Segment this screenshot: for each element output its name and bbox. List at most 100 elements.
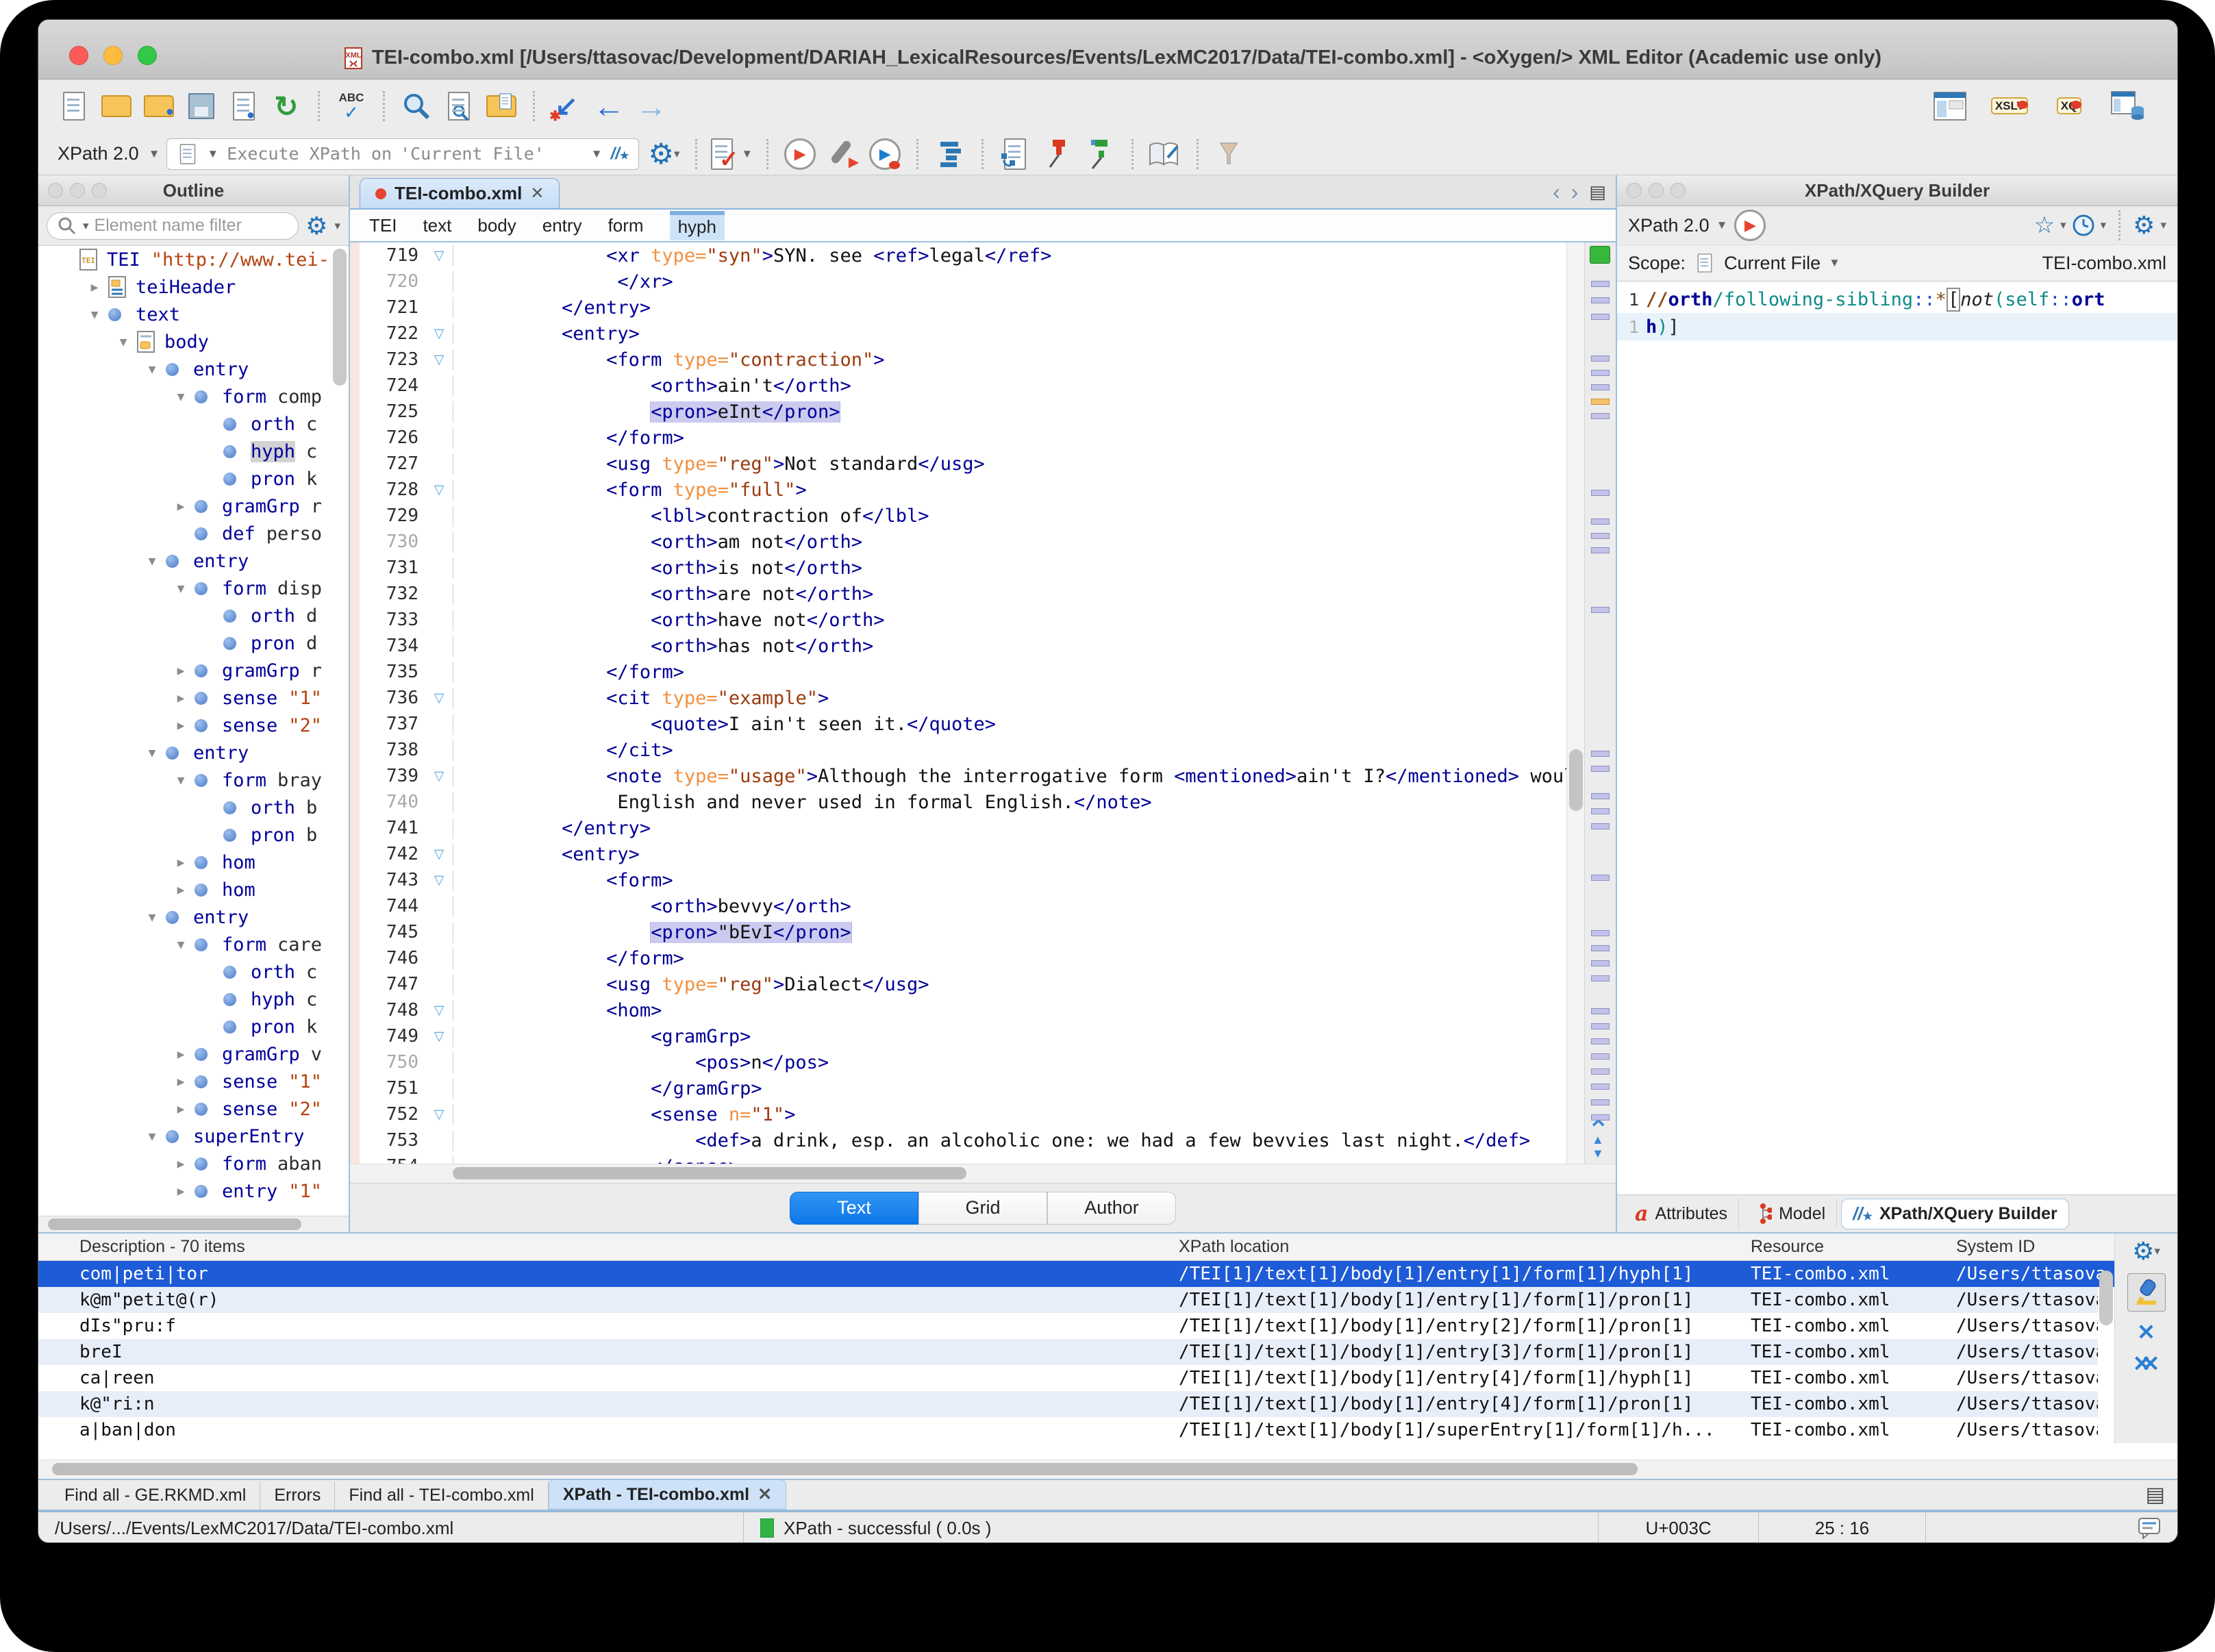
tab-attributes[interactable]: aAttributes xyxy=(1624,1198,1739,1230)
outline-tree-row[interactable]: ▼entry xyxy=(38,547,349,575)
fold-toggle-icon[interactable]: ▽ xyxy=(425,847,453,862)
fold-toggle-icon[interactable]: ▽ xyxy=(425,768,453,784)
result-marker-tick[interactable] xyxy=(1591,751,1610,757)
mode-button-author[interactable]: Author xyxy=(1047,1192,1176,1225)
outline-settings-gear-icon[interactable]: ⚙ xyxy=(305,214,327,238)
code-line[interactable]: 736▽ <cit type="example"> xyxy=(360,685,1566,711)
outline-tree-row[interactable]: ▼entry xyxy=(38,903,349,931)
code-lines[interactable]: 719▽ <xr type="syn">SYN. see <ref>legal<… xyxy=(360,242,1566,1164)
code-line[interactable]: 743▽ <form> xyxy=(360,867,1566,893)
fold-toggle-icon[interactable]: ▽ xyxy=(425,1003,453,1018)
code-line[interactable]: 720 </xr> xyxy=(360,268,1566,295)
notification-bubble-icon[interactable] xyxy=(2138,1517,2161,1539)
breadcrumb-item-text[interactable]: text xyxy=(423,215,451,236)
outline-tree-row[interactable]: ▼formcomp xyxy=(38,383,349,410)
outline-vertical-scrollbar[interactable] xyxy=(333,249,347,386)
outline-tree-row[interactable]: ▶sense"2" xyxy=(38,1095,349,1123)
clear-highlights-icon[interactable]: ✕ xyxy=(1590,1110,1606,1132)
outline-tree-row[interactable]: ▶hom xyxy=(38,849,349,876)
result-marker-tick[interactable] xyxy=(1591,975,1610,981)
editor-horizontal-scrollbar[interactable] xyxy=(350,1164,1616,1183)
back-icon[interactable]: ← xyxy=(591,87,627,125)
chevron-down-icon[interactable]: ▾ xyxy=(2160,218,2166,232)
editor-list-icon[interactable]: ▤ xyxy=(1589,183,1606,201)
result-marker-tick[interactable] xyxy=(1591,1023,1610,1029)
outline-tree-row[interactable]: hyphc xyxy=(38,438,349,465)
pin-red-icon[interactable] xyxy=(1040,135,1075,173)
result-marker-tick[interactable] xyxy=(1591,1068,1610,1075)
bottom-tab-errors[interactable]: Errors xyxy=(260,1481,335,1510)
code-line[interactable]: 739▽ <note type="usage">Although the int… xyxy=(360,763,1566,789)
outline-tree-row[interactable]: orthc xyxy=(38,410,349,438)
validate-document-icon[interactable]: ✓▼ xyxy=(711,135,753,173)
open-folder-icon[interactable] xyxy=(99,87,134,125)
fold-toggle-icon[interactable]: ▽ xyxy=(425,873,453,888)
table-row[interactable]: k@m"petit@(r)/TEI[1]/text[1]/body[1]/ent… xyxy=(38,1287,2098,1313)
find-replace-icon[interactable] xyxy=(441,87,477,125)
code-line[interactable]: 738 </cit> xyxy=(360,737,1566,763)
scope-value[interactable]: Current File xyxy=(1724,253,1820,274)
code-line[interactable]: 730 <orth>am not</orth> xyxy=(360,529,1566,555)
configure-transformation-icon[interactable]: ▶ xyxy=(825,135,860,173)
result-marker-tick[interactable] xyxy=(1591,808,1610,814)
outline-tree-row[interactable]: pronb xyxy=(38,821,349,849)
disabled-pin-icon[interactable] xyxy=(1212,135,1248,173)
open-documentation-icon[interactable] xyxy=(1147,135,1183,173)
xpath-version-label[interactable]: XPath 2.0 xyxy=(58,143,139,164)
expand-arrow-icon[interactable]: ▶ xyxy=(167,718,195,733)
zoom-window-button[interactable] xyxy=(138,46,157,65)
outline-tree-row[interactable]: ▶gramGrpr xyxy=(38,492,349,520)
save-icon[interactable] xyxy=(184,87,219,125)
outline-horizontal-scrollbar[interactable] xyxy=(38,1216,349,1232)
code-line[interactable]: 753 <def>a drink, esp. an alcoholic one:… xyxy=(360,1127,1566,1153)
collapse-arrow-icon[interactable]: ▼ xyxy=(167,581,195,596)
outline-tree-row[interactable]: ▶sense"1" xyxy=(38,684,349,712)
result-marker-tick[interactable] xyxy=(1591,413,1610,419)
collapse-arrow-icon[interactable]: ▼ xyxy=(167,390,195,404)
code-line[interactable]: 721 </entry> xyxy=(360,295,1566,321)
breadcrumb-item-form[interactable]: form xyxy=(608,215,644,236)
expand-arrow-icon[interactable]: ▶ xyxy=(167,691,195,705)
xpath-combo[interactable]: ▼ Execute XPath on 'Current File' ▼ //★ xyxy=(166,138,639,170)
code-line[interactable]: 725 <pron>eInt</pron> xyxy=(360,399,1566,425)
outline-tree-row[interactable]: ▼formdisp xyxy=(38,575,349,602)
xpath-settings-gear-icon[interactable]: ⚙ xyxy=(2133,213,2155,238)
outline-panel-header[interactable]: Outline xyxy=(38,175,349,206)
expand-arrow-icon[interactable]: ▶ xyxy=(167,664,195,678)
minimize-window-button[interactable] xyxy=(103,46,123,65)
results-vertical-scrollbar[interactable] xyxy=(2099,1271,2113,1325)
result-marker-tick[interactable] xyxy=(1591,314,1610,320)
outline-tree-row[interactable]: ▼superEntry xyxy=(38,1123,349,1150)
result-marker-tick[interactable] xyxy=(1591,945,1610,951)
fold-toggle-icon[interactable]: ▽ xyxy=(425,1107,453,1123)
tab-model[interactable]: Model xyxy=(1743,1199,1837,1228)
results-horizontal-scrollbar[interactable] xyxy=(38,1460,2177,1479)
result-marker-tick[interactable] xyxy=(1591,533,1610,539)
code-line[interactable]: 748▽ <hom> xyxy=(360,997,1566,1023)
result-marker-tick[interactable] xyxy=(1591,281,1610,287)
outline-tree-row[interactable]: orthd xyxy=(38,602,349,629)
outline-tree-row[interactable]: defperso xyxy=(38,520,349,547)
fold-toggle-icon[interactable]: ▽ xyxy=(425,1029,453,1044)
code-line[interactable]: 723▽ <form type="contraction"> xyxy=(360,347,1566,373)
chevron-down-icon[interactable]: ▼ xyxy=(1716,218,1728,232)
chevron-down-icon[interactable]: ▾ xyxy=(2154,1244,2160,1258)
table-row[interactable]: breI/TEI[1]/text[1]/body[1]/entry[3]/for… xyxy=(38,1339,2098,1365)
outline-tree-row[interactable]: ▼formcare xyxy=(38,931,349,958)
outline-tree-row[interactable]: pronk xyxy=(38,1013,349,1040)
collapse-arrow-icon[interactable]: ▼ xyxy=(81,308,108,322)
code-line[interactable]: 732 <orth>are not</orth> xyxy=(360,581,1566,607)
result-marker-tick[interactable] xyxy=(1591,384,1610,390)
close-results-icon[interactable]: ✕ xyxy=(2137,1321,2155,1343)
table-row[interactable]: com|peti|tor/TEI[1]/text[1]/body[1]/entr… xyxy=(38,1261,2129,1287)
outline-tree-row[interactable]: ▶teiHeader xyxy=(38,273,349,301)
xpath-expression-line[interactable]: 1h)] xyxy=(1617,313,2177,340)
table-row[interactable]: k@"ri:n/TEI[1]/text[1]/body[1]/entry[4]/… xyxy=(38,1391,2098,1417)
expand-arrow-icon[interactable]: ▶ xyxy=(167,1047,195,1062)
tab-xpath-xquery-builder[interactable]: //★XPath/XQuery Builder xyxy=(1841,1199,2069,1229)
mode-button-text[interactable]: Text xyxy=(790,1192,918,1225)
bottom-tab-find-all-ge-rkmd-xml[interactable]: Find all - GE.RKMD.xml xyxy=(51,1481,260,1510)
code-line[interactable]: 750 <pos>n</pos> xyxy=(360,1049,1566,1075)
execute-xpath-button[interactable]: ▶ xyxy=(1734,210,1766,241)
result-marker-tick[interactable] xyxy=(1591,547,1610,553)
